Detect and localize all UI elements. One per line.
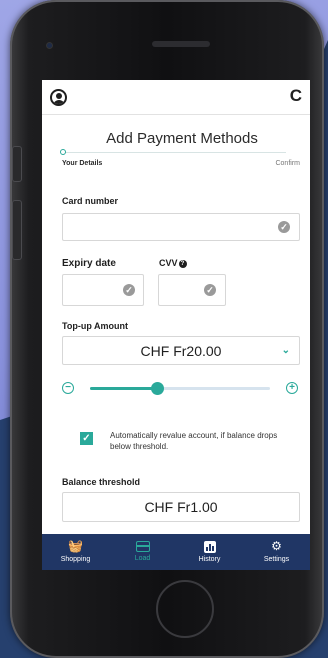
auto-revalue-checkbox[interactable]: ✓ <box>80 432 93 445</box>
card-number-field[interactable]: ✓ <box>62 213 300 241</box>
help-icon[interactable]: ? <box>178 260 187 268</box>
check-circle-icon: ✓ <box>204 284 216 296</box>
balance-threshold-label: Balance threshold <box>62 477 141 487</box>
balance-threshold-field[interactable]: CHF Fr1.00 <box>62 492 300 522</box>
topup-amount-select[interactable]: CHF Fr20.00 ⌄ <box>62 336 300 365</box>
expiry-date-field[interactable]: ✓ <box>62 274 144 306</box>
shopping-basket-icon: 🧺 <box>68 539 83 553</box>
step-label-confirm: Confirm <box>275 160 300 167</box>
auto-revalue-label: Automatically revalue account, if balanc… <box>110 431 278 451</box>
topup-amount-label: Top-up Amount <box>62 321 128 331</box>
topup-slider[interactable] <box>90 382 270 395</box>
nav-label-shopping: Shopping <box>60 556 91 563</box>
home-button[interactable] <box>156 580 214 638</box>
bar-chart-icon <box>203 541 216 553</box>
header-divider <box>42 114 310 115</box>
card-number-label: Card number <box>62 196 119 206</box>
chevron-down-icon: ⌄ <box>281 345 290 356</box>
page-title: Add Payment Methods <box>106 130 258 147</box>
refresh-icon[interactable]: C <box>290 86 302 106</box>
nav-item-shopping[interactable]: 🧺 Shopping <box>42 534 109 570</box>
gear-icon: ⚙ <box>271 539 282 553</box>
progress-step-dot <box>60 149 66 155</box>
card-icon <box>135 541 150 552</box>
cvv-label: CVV? <box>159 258 187 268</box>
plus-circle-icon[interactable]: + <box>286 382 298 394</box>
speaker-grille <box>152 41 210 47</box>
step-label-details: Your Details <box>62 160 103 167</box>
top-bar: C <box>42 80 310 114</box>
minus-circle-icon[interactable]: − <box>62 382 74 394</box>
app-screen: C Add Payment Methods Your Details Confi… <box>42 80 310 570</box>
front-camera <box>46 42 53 49</box>
phone-frame: C Add Payment Methods Your Details Confi… <box>10 0 324 658</box>
bottom-nav: 🧺 Shopping Load History ⚙ Settings <box>42 534 310 570</box>
nav-label-history: History <box>198 556 221 563</box>
slider-thumb[interactable] <box>150 382 164 395</box>
nav-label-load: Load <box>134 555 151 562</box>
progress-track <box>62 152 286 153</box>
balance-threshold-value: CHF Fr1.00 <box>144 499 218 515</box>
check-circle-icon: ✓ <box>123 284 135 296</box>
topup-amount-value: CHF Fr20.00 <box>140 343 222 359</box>
nav-item-history[interactable]: History <box>176 534 243 570</box>
slider-fill <box>90 387 157 390</box>
nav-item-settings[interactable]: ⚙ Settings <box>243 534 310 570</box>
expiry-date-label: Expiry date <box>62 258 116 269</box>
check-circle-icon: ✓ <box>278 221 290 233</box>
nav-label-settings: Settings <box>263 556 290 563</box>
nav-item-load[interactable]: Load <box>109 534 176 570</box>
volume-down-button <box>12 200 22 260</box>
cvv-field[interactable]: ✓ <box>158 274 226 306</box>
volume-up-button <box>12 146 22 182</box>
user-circle-icon[interactable] <box>50 89 67 106</box>
